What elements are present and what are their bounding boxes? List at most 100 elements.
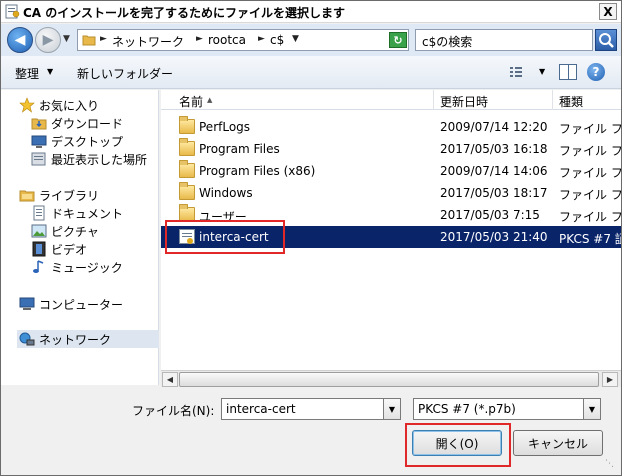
file-modified: 2017/05/03 18:17: [440, 186, 548, 200]
nav-label: ミュージック: [51, 260, 123, 275]
column-header-name[interactable]: 名前: [179, 93, 203, 110]
title-bar[interactable]: CA のインストールを完了するためにファイルを選択します X: [1, 1, 621, 23]
nav-network[interactable]: ネットワーク: [17, 330, 159, 348]
search-button[interactable]: [595, 29, 617, 51]
location-folder-icon: [82, 33, 96, 47]
file-type: ファイル フォ: [559, 188, 621, 202]
file-modified: 2009/07/14 12:20: [440, 120, 548, 134]
help-icon[interactable]: ?: [587, 63, 605, 81]
nav-documents[interactable]: ドキュメント: [31, 204, 123, 222]
file-name: PerfLogs: [199, 120, 251, 134]
refresh-button[interactable]: ↻: [389, 32, 407, 48]
ca-app-icon: [5, 4, 21, 19]
folder-icon: [179, 204, 195, 222]
nav-label: ビデオ: [51, 242, 88, 257]
nav-recent-places[interactable]: 最近表示した場所: [31, 150, 147, 168]
file-open-dialog: CA のインストールを完了するためにファイルを選択します X ◀ ▶ ▼ ► ネ…: [0, 0, 622, 476]
file-row[interactable]: Program Files (x86) 2009/07/14 14:06 ファイ…: [161, 160, 621, 182]
breadcrumb-rootca[interactable]: rootca: [208, 33, 246, 47]
nav-downloads[interactable]: ダウンロード: [31, 114, 123, 132]
file-row[interactable]: Program Files 2017/05/03 16:18 ファイル フォ: [161, 138, 621, 160]
column-header-type[interactable]: 種類: [559, 93, 583, 110]
file-type: ファイル フォ: [559, 144, 621, 158]
file-name: interca-cert: [199, 230, 269, 244]
horizontal-scrollbar[interactable]: ◀ ▶: [161, 370, 621, 387]
certificate-icon: [179, 229, 195, 244]
filename-input[interactable]: interca-cert: [221, 398, 401, 420]
star-icon: [19, 97, 35, 113]
breadcrumb-network[interactable]: ネットワーク: [112, 33, 184, 50]
close-icon: X: [603, 4, 613, 19]
file-type: ファイル フォ: [559, 122, 621, 136]
nav-label: ライブラリ: [39, 188, 100, 203]
back-button[interactable]: ◀: [7, 27, 33, 53]
file-name: Program Files: [199, 142, 280, 156]
column-divider[interactable]: [433, 90, 434, 110]
folder-icon: [179, 182, 195, 200]
view-options-icon[interactable]: [509, 65, 523, 79]
chevron-down-icon: ▼: [47, 67, 54, 76]
arrow-left-icon: ◀: [14, 32, 26, 48]
filename-dropdown-button[interactable]: ▼: [383, 398, 401, 420]
nav-favorites[interactable]: お気に入り: [19, 96, 99, 114]
close-button[interactable]: X: [599, 3, 617, 20]
folder-icon: [179, 116, 195, 134]
file-modified: 2009/07/14 14:06: [440, 164, 548, 178]
breadcrumb-share[interactable]: c$: [270, 33, 284, 47]
new-folder-button[interactable]: 新しいフォルダー: [77, 65, 173, 82]
chevron-down-icon: ▼: [388, 404, 396, 414]
file-modified: 2017/05/03 7:15: [440, 208, 540, 222]
filename-label: ファイル名(N):: [132, 404, 215, 418]
open-button[interactable]: 開く(O): [412, 430, 502, 456]
nav-desktop[interactable]: デスクトップ: [31, 132, 123, 150]
nav-libraries[interactable]: ライブラリ: [19, 186, 99, 204]
library-icon: [19, 187, 35, 203]
organize-button[interactable]: 整理: [15, 65, 39, 82]
filename-value: interca-cert: [226, 402, 296, 416]
file-row[interactable]: PerfLogs 2009/07/14 12:20 ファイル フォ: [161, 116, 621, 138]
forward-button[interactable]: ▶: [35, 27, 61, 53]
file-type: ファイル フォ: [559, 166, 621, 180]
scroll-left-button[interactable]: ◀: [162, 372, 178, 387]
file-row-selected[interactable]: interca-cert 2017/05/03 21:40 PKCS #7 証: [161, 226, 621, 248]
nav-music[interactable]: ミュージック: [31, 258, 123, 276]
picture-icon: [31, 223, 47, 239]
arrow-right-icon: ▶: [42, 32, 54, 48]
cancel-button[interactable]: キャンセル: [513, 430, 603, 456]
nav-label: ネットワーク: [39, 332, 112, 347]
desktop-icon: [31, 133, 47, 149]
file-name: Program Files (x86): [199, 164, 316, 178]
address-row: ◀ ▶ ▼ ► ネットワーク ► rootca ► c$ ▼ ↻ c$の検索: [1, 24, 621, 56]
view-dropdown-icon[interactable]: ▼: [539, 67, 545, 76]
nav-pictures[interactable]: ピクチャ: [31, 222, 99, 240]
column-header-modified[interactable]: 更新日時: [440, 93, 488, 110]
window-title: CA のインストールを完了するためにファイルを選択します: [23, 6, 346, 20]
resize-grip-icon[interactable]: ⋱: [605, 459, 619, 473]
history-dropdown-icon[interactable]: ▼: [63, 34, 70, 44]
file-row[interactable]: ユーザー 2017/05/03 7:15 ファイル フォ: [161, 204, 621, 226]
document-icon: [31, 205, 47, 221]
recent-places-icon: [31, 151, 47, 167]
scroll-thumb[interactable]: [179, 372, 599, 387]
scroll-right-button[interactable]: ▶: [602, 372, 618, 387]
command-toolbar: 整理 ▼ 新しいフォルダー ▼ ?: [1, 56, 621, 89]
chevron-down-icon[interactable]: ▼: [292, 34, 299, 44]
nav-computer[interactable]: コンピューター: [19, 295, 123, 313]
chevron-right-icon[interactable]: ►: [196, 34, 203, 44]
search-placeholder: c$の検索: [422, 35, 473, 49]
chevron-right-icon[interactable]: ►: [258, 34, 265, 44]
chevron-right-icon[interactable]: ►: [100, 34, 107, 44]
preview-pane-icon[interactable]: [559, 64, 577, 80]
nav-videos[interactable]: ビデオ: [31, 240, 87, 258]
file-name: ユーザー: [199, 210, 247, 224]
file-type-dropdown-button[interactable]: ▼: [583, 398, 601, 420]
address-bar[interactable]: ► ネットワーク ► rootca ► c$ ▼: [77, 29, 409, 51]
search-input[interactable]: c$の検索: [415, 29, 593, 51]
column-divider[interactable]: [552, 90, 553, 110]
file-row[interactable]: Windows 2017/05/03 18:17 ファイル フォ: [161, 182, 621, 204]
nav-label: ピクチャ: [51, 224, 99, 239]
nav-label: コンピューター: [39, 297, 124, 312]
file-type-select[interactable]: PKCS #7 (*.p7b): [413, 398, 601, 420]
file-type-value: PKCS #7 (*.p7b): [418, 402, 516, 416]
video-icon: [31, 241, 47, 257]
